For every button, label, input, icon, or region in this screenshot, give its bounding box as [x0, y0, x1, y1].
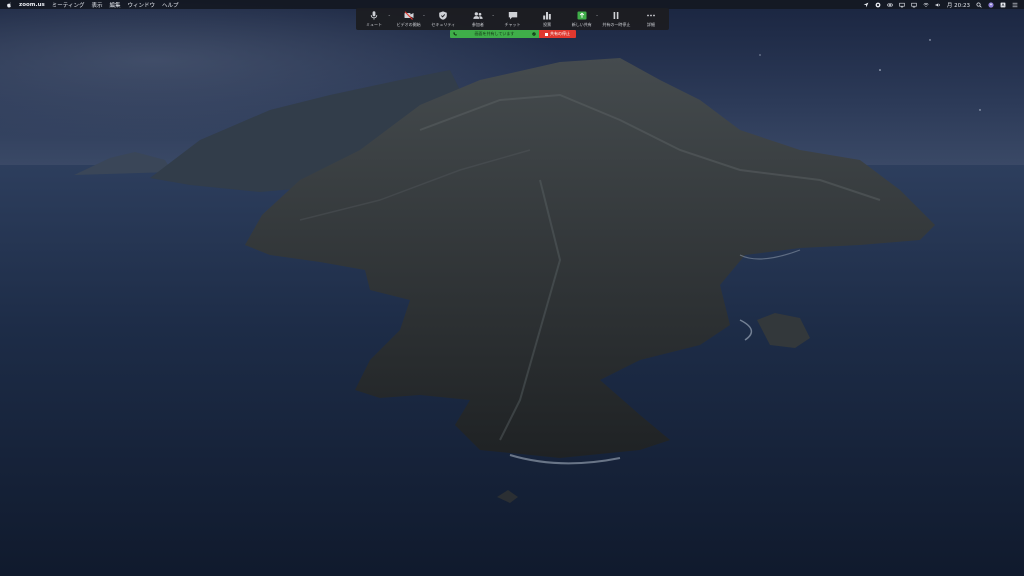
mute-button[interactable]: ⌃ ミュート — [360, 10, 391, 29]
menu-item-edit[interactable]: 編集 — [109, 1, 120, 9]
sharing-shield-icon — [532, 31, 536, 37]
more-label: 詳細 — [647, 22, 655, 27]
poll-bar-chart-icon — [543, 12, 551, 20]
zoom-share-toolbar: ⌃ ミュート ⌃ ビデオの開始 セキュリティ ⌃ 参加者 チャット 投票 ⌃ 新… — [356, 8, 669, 30]
microphone-icon — [370, 11, 378, 20]
chat-button[interactable]: チャット — [499, 10, 527, 29]
menu-item-window[interactable]: ウィンドウ — [127, 1, 155, 9]
new-share-caret-icon[interactable]: ⌃ — [595, 14, 598, 19]
menu-item-meeting[interactable]: ミーティング — [52, 1, 85, 9]
new-share-label: 新しい共有 — [571, 22, 592, 27]
stop-share-button[interactable]: 共有の停止 — [539, 30, 576, 38]
poll-button[interactable]: 投票 — [533, 10, 561, 29]
search-icon[interactable] — [976, 1, 982, 8]
screen-record-icon[interactable] — [875, 2, 881, 8]
video-off-icon — [404, 11, 414, 20]
pause-share-button[interactable]: 共有の一時停止 — [602, 10, 630, 29]
sharing-status-bar: 画面を共有しています 共有の停止 — [450, 30, 576, 38]
sharing-text: 画面を共有しています — [474, 31, 515, 36]
sharing-indicator[interactable]: 画面を共有しています — [450, 30, 539, 38]
security-button[interactable]: セキュリティ — [429, 10, 457, 29]
chat-label: チャット — [504, 22, 521, 27]
participants-button[interactable]: ⌃ 参加者 — [464, 10, 495, 29]
desktop: zoom.us ミーティング 表示 編集 ウィンドウ ヘルプ 月 20:23 ⌃… — [0, 0, 1024, 576]
menu-item-view[interactable]: 表示 — [91, 1, 102, 9]
participants-label: 参加者 — [471, 22, 484, 27]
notification-icon[interactable] — [1012, 2, 1018, 8]
menu-clock[interactable]: 月 20:23 — [947, 1, 970, 9]
volume-icon[interactable] — [935, 2, 941, 8]
wifi-icon[interactable] — [923, 2, 929, 8]
display-icon[interactable] — [911, 2, 917, 8]
apple-icon[interactable] — [6, 1, 12, 8]
participants-caret-icon[interactable]: ⌃ — [492, 14, 495, 19]
security-label: セキュリティ — [431, 22, 456, 27]
menu-app-name[interactable]: zoom.us — [19, 2, 45, 8]
shield-icon — [439, 11, 448, 20]
mute-label: ミュート — [366, 22, 382, 27]
new-share-button[interactable]: ⌃ 新しい共有 — [568, 10, 599, 29]
location-icon[interactable] — [863, 2, 869, 8]
chat-icon — [508, 12, 517, 20]
input-source-icon[interactable] — [1000, 2, 1006, 8]
start-video-label: ビデオの開始 — [396, 22, 421, 27]
participants-icon — [473, 12, 483, 19]
link-icon[interactable] — [887, 2, 893, 8]
share-screen-icon — [577, 11, 587, 20]
cast-icon[interactable] — [899, 2, 905, 8]
more-button[interactable]: 詳細 — [637, 10, 665, 29]
desktop-wallpaper — [0, 0, 1024, 576]
menu-item-help[interactable]: ヘルプ — [162, 1, 179, 9]
start-video-button[interactable]: ⌃ ビデオの開始 — [395, 10, 426, 29]
mute-caret-icon[interactable]: ⌃ — [388, 14, 391, 19]
pause-share-label: 共有の一時停止 — [602, 22, 631, 27]
more-dots-icon — [647, 14, 655, 17]
pause-icon — [613, 12, 619, 19]
stop-share-label: 共有の停止 — [550, 31, 570, 36]
stop-square-icon — [545, 32, 548, 36]
video-caret-icon[interactable]: ⌃ — [422, 14, 425, 19]
user-icon[interactable] — [988, 1, 994, 8]
poll-label: 投票 — [543, 22, 552, 27]
